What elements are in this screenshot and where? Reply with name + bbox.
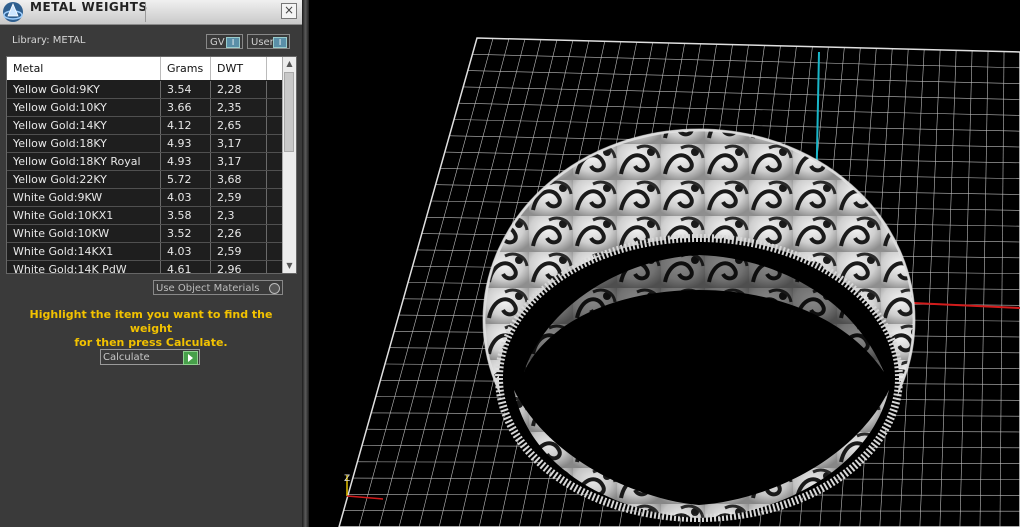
grams-cell: 5.72 (161, 171, 211, 188)
spacer-cell (267, 171, 282, 188)
panel-title: METAL WEIGHTS (30, 0, 148, 14)
grams-cell: 3.58 (161, 207, 211, 224)
radio-icon[interactable] (269, 283, 280, 294)
spacer-cell (267, 189, 282, 206)
dwt-cell: 2,26 (211, 225, 267, 242)
instruction-line-2: for then press Calculate. (74, 336, 228, 349)
grams-cell: 3.66 (161, 99, 211, 116)
table-row[interactable]: Yellow Gold:22KY 5.72 3,68 (7, 171, 282, 189)
axis-z-label: Z (344, 474, 350, 484)
table-row[interactable]: White Gold:10KW 3.52 2,26 (7, 225, 282, 243)
metal-cell: White Gold:9KW (7, 189, 161, 206)
table-row[interactable]: Yellow Gold:10KY 3.66 2,35 (7, 99, 282, 117)
gv-toggle-label: GV (210, 37, 225, 48)
table-row[interactable]: Yellow Gold:18KY 4.93 3,17 (7, 135, 282, 153)
scrollbar-thumb[interactable] (284, 72, 294, 152)
spacer-cell (267, 81, 282, 98)
dwt-cell: 3,17 (211, 135, 267, 152)
calculate-label: Calculate (103, 352, 150, 363)
table-row[interactable]: Yellow Gold:18KY Royal 4.93 3,17 (7, 153, 282, 171)
toggle-knob-icon: I (226, 37, 240, 48)
spacer-cell (267, 135, 282, 152)
dwt-cell: 2,3 (211, 207, 267, 224)
table-row[interactable]: White Gold:10KX1 3.58 2,3 (7, 207, 282, 225)
column-header-dwt[interactable]: DWT (211, 57, 267, 80)
table-scrollbar[interactable]: ▲ ▼ (282, 57, 296, 273)
table-row[interactable]: White Gold:14KX1 4.03 2,59 (7, 243, 282, 261)
dwt-cell: 2,65 (211, 117, 267, 134)
grams-cell: 4.03 (161, 189, 211, 206)
table-rows: Yellow Gold:9KY 3.54 2,28 Yellow Gold:10KY 3… (7, 81, 282, 273)
metal-cell: White Gold:10KX1 (7, 207, 161, 224)
metal-cell: White Gold:14KX1 (7, 243, 161, 260)
use-object-materials-label: Use Object Materials (156, 283, 260, 294)
column-header-spacer (267, 57, 282, 80)
metal-cell: Yellow Gold:14KY (7, 117, 161, 134)
instruction-line-1: Highlight the item you want to find the … (29, 308, 273, 335)
spacer-cell (267, 261, 282, 273)
user-toggle[interactable]: User I (247, 34, 290, 49)
instruction-text: Highlight the item you want to find the … (12, 308, 290, 350)
metal-cell: White Gold:14K PdW (7, 261, 161, 273)
column-header-metal[interactable]: Metal (7, 57, 161, 80)
metal-cell: Yellow Gold:18KY Royal (7, 153, 161, 170)
dwt-cell: 2,59 (211, 243, 267, 260)
play-arrow-icon[interactable] (183, 351, 198, 365)
scroll-up-icon[interactable]: ▲ (283, 57, 296, 71)
title-separator (145, 2, 146, 22)
dwt-cell: 3,68 (211, 171, 267, 188)
app-logo-icon (3, 2, 23, 22)
use-object-materials-option[interactable]: Use Object Materials (153, 280, 283, 295)
grams-cell: 3.54 (161, 81, 211, 98)
dwt-cell: 2,96 (211, 261, 267, 273)
grams-cell: 4.12 (161, 117, 211, 134)
calculate-button[interactable]: Calculate (100, 349, 200, 365)
dwt-cell: 2,28 (211, 81, 267, 98)
column-header-grams[interactable]: Grams (161, 57, 211, 80)
filigree-ring-model[interactable] (482, 128, 916, 522)
grams-cell: 4.61 (161, 261, 211, 273)
spacer-cell (267, 99, 282, 116)
metal-cell: Yellow Gold:22KY (7, 171, 161, 188)
panel-divider[interactable] (302, 0, 309, 527)
metal-cell: Yellow Gold:18KY (7, 135, 161, 152)
viewport-scene: Z (338, 37, 1020, 527)
dwt-cell: 2,35 (211, 99, 267, 116)
metal-cell: Yellow Gold:10KY (7, 99, 161, 116)
table-row[interactable]: White Gold:14K PdW 4.61 2,96 (7, 261, 282, 273)
metal-weights-panel: METAL WEIGHTS × Library: METAL GV I User… (0, 0, 302, 527)
3d-viewport[interactable]: Z (309, 0, 1020, 527)
table-row[interactable]: Yellow Gold:14KY 4.12 2,65 (7, 117, 282, 135)
close-button[interactable]: × (281, 3, 297, 19)
scroll-down-icon[interactable]: ▼ (283, 259, 296, 273)
metal-weights-table: Metal Grams DWT Yellow Gold:9KY 3.54 2,28 Y… (6, 56, 297, 274)
grams-cell: 4.93 (161, 135, 211, 152)
grams-cell: 4.03 (161, 243, 211, 260)
metal-cell: White Gold:10KW (7, 225, 161, 242)
spacer-cell (267, 243, 282, 260)
spacer-cell (267, 153, 282, 170)
table-row[interactable]: Yellow Gold:9KY 3.54 2,28 (7, 81, 282, 99)
spacer-cell (267, 225, 282, 242)
grams-cell: 3.52 (161, 225, 211, 242)
grams-cell: 4.93 (161, 153, 211, 170)
gv-toggle[interactable]: GV I (206, 34, 243, 49)
title-bar: METAL WEIGHTS × (0, 0, 302, 25)
dwt-cell: 2,59 (211, 189, 267, 206)
dwt-cell: 3,17 (211, 153, 267, 170)
library-label: Library: METAL (12, 35, 86, 46)
user-toggle-label: User (251, 37, 274, 48)
metal-cell: Yellow Gold:9KY (7, 81, 161, 98)
toggle-knob-icon: I (273, 37, 287, 48)
table-header: Metal Grams DWT (7, 57, 282, 80)
spacer-cell (267, 117, 282, 134)
spacer-cell (267, 207, 282, 224)
table-row[interactable]: White Gold:9KW 4.03 2,59 (7, 189, 282, 207)
